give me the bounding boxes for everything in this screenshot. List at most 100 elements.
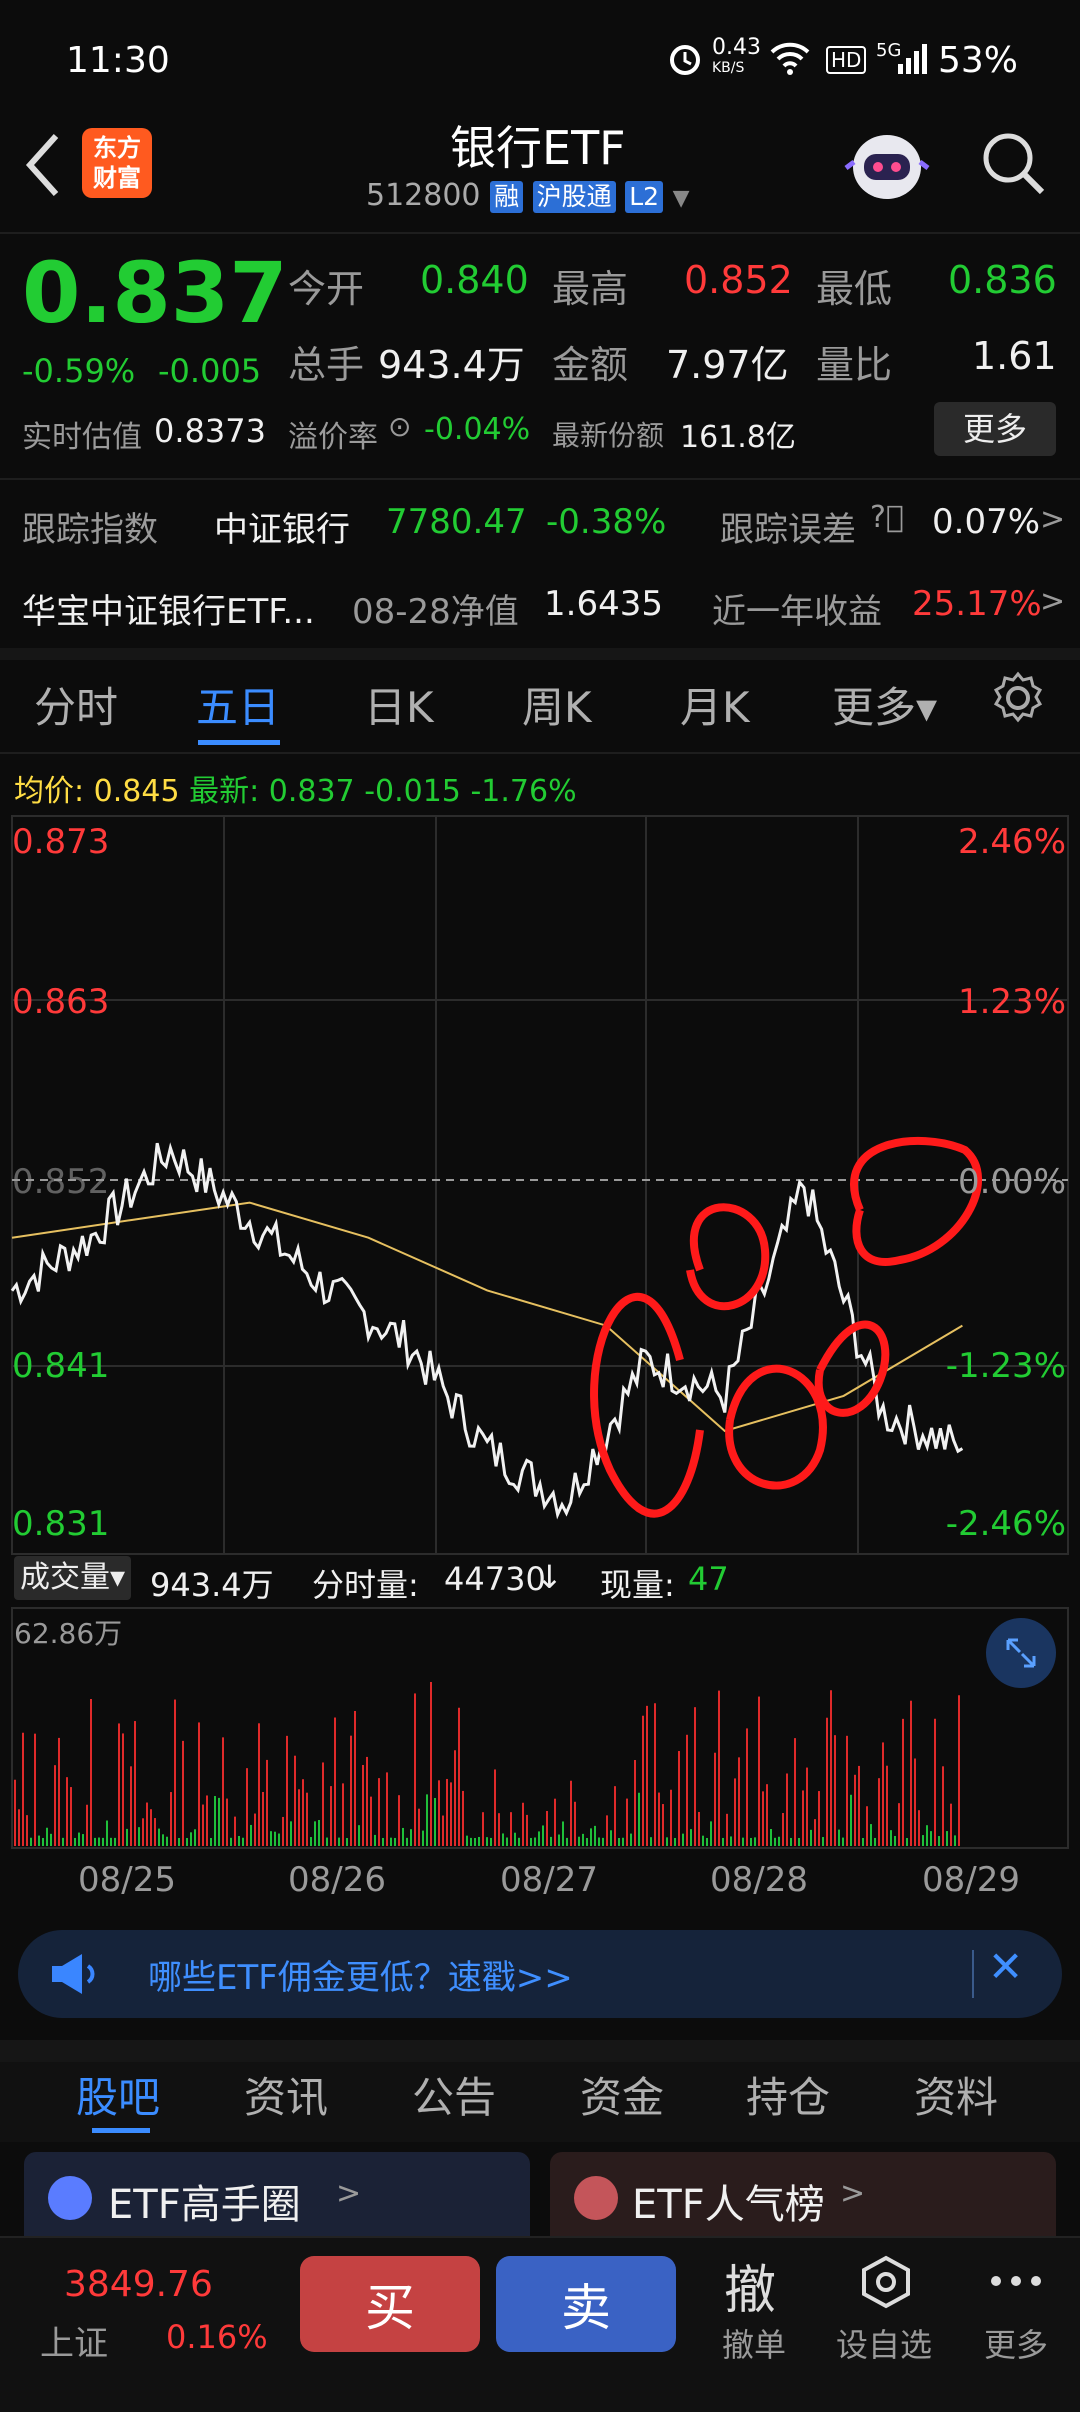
tab-monthly-k[interactable]: 月K: [680, 674, 750, 735]
volume-total: 943.4万: [150, 1566, 274, 1604]
volume-bar: [806, 1767, 808, 1846]
volume-bar: [710, 1821, 712, 1846]
tab-daily-k[interactable]: 日K: [364, 674, 434, 735]
volume-bar: [258, 1723, 260, 1846]
open-label: 今开: [288, 267, 365, 311]
volume-bar: [346, 1838, 348, 1846]
volume-bar: [450, 1782, 452, 1846]
volume-bar: [502, 1833, 504, 1846]
volume-bar: [98, 1837, 100, 1846]
volume-bar: [750, 1837, 752, 1846]
volume-bar: [922, 1835, 924, 1846]
volume-bar: [42, 1837, 44, 1846]
tab-funds[interactable]: 资金: [580, 2064, 664, 2125]
volume-bar: [694, 1707, 696, 1846]
divider: [0, 478, 1080, 480]
volume-bar: [826, 1717, 828, 1846]
tab-weekly-k[interactable]: 周K: [522, 674, 592, 735]
alarm-icon: [665, 38, 705, 78]
tracking-index-name[interactable]: 中证银行: [214, 502, 350, 551]
volume-bar: [442, 1815, 444, 1846]
y-label-right: -1.23%: [945, 1346, 1066, 1386]
volume-bar: [470, 1837, 472, 1846]
volume-bar: [954, 1835, 956, 1846]
tab-indicator: [92, 2128, 150, 2133]
close-icon[interactable]: ✕: [988, 1942, 1023, 1991]
tab-announcements[interactable]: 公告: [412, 2064, 496, 2125]
volume-bar: [566, 1837, 568, 1846]
section-gap: [0, 2040, 1080, 2062]
fund-name[interactable]: 华宝中证银行ETF...: [22, 584, 315, 633]
volume-bar: [786, 1773, 788, 1846]
volume-indicator-tab[interactable]: 成交量▾: [14, 1556, 132, 1600]
tab-five-day[interactable]: 五日: [196, 674, 280, 735]
low-value: 0.836: [948, 258, 1057, 302]
volume-bar: [698, 1811, 700, 1846]
add-watchlist-icon[interactable]: [858, 2254, 914, 2310]
add-watchlist-label[interactable]: 设自选: [836, 2320, 932, 2366]
estimate-label: 实时估值: [22, 420, 142, 455]
volume-bar: [850, 1794, 852, 1846]
robot-assistant-icon[interactable]: [842, 122, 932, 212]
volume-bar: [342, 1783, 344, 1846]
tab-news[interactable]: 资讯: [244, 2064, 328, 2125]
volume-bar: [186, 1837, 188, 1846]
volume-bar: [726, 1813, 728, 1846]
chevron-right-icon[interactable]: >: [1040, 584, 1065, 619]
more-button[interactable]: 更多: [934, 402, 1056, 456]
premium-label: 溢价率: [288, 420, 378, 455]
more-dots-icon[interactable]: [988, 2266, 1044, 2296]
volume-bar: [650, 1837, 652, 1846]
volume-bar: [646, 1705, 648, 1846]
settings-gear-icon[interactable]: [990, 670, 1046, 726]
volume-bar: [290, 1821, 292, 1846]
volume-bar: [314, 1821, 316, 1846]
date-label: 08/25: [78, 1860, 176, 1900]
volume-bar: [682, 1833, 684, 1846]
volume-bar: [90, 1698, 92, 1846]
volume-bar: [570, 1780, 572, 1846]
cancel-order-icon[interactable]: 撤: [724, 2248, 776, 2323]
volume-bar: [510, 1812, 512, 1846]
tracking-index-label: 跟踪指数: [22, 510, 158, 550]
volume-bar: [254, 1813, 256, 1846]
tab-holdings[interactable]: 持仓: [746, 2064, 830, 2125]
chevron-right-icon[interactable]: >: [1040, 502, 1065, 537]
stock-code-row[interactable]: 512800 融 沪股通 L2 ▼: [366, 178, 690, 213]
tab-guba[interactable]: 股吧: [76, 2064, 160, 2125]
volume-bar: [578, 1836, 580, 1846]
volume-bar: [162, 1834, 164, 1846]
back-icon[interactable]: [22, 130, 66, 200]
tab-profile[interactable]: 资料: [914, 2064, 998, 2125]
volume-bar: [306, 1792, 308, 1846]
volume-bar: [326, 1837, 328, 1846]
volume-bar: [130, 1766, 132, 1846]
promo-banner[interactable]: 哪些ETF佣金更低？速戳>> ✕: [18, 1930, 1062, 2018]
volume-bar: [618, 1837, 620, 1846]
divider: [972, 1950, 974, 1998]
tab-minute[interactable]: 分时: [34, 674, 118, 735]
info-icon[interactable]: ⊙: [388, 410, 411, 443]
volume-bar: [590, 1828, 592, 1846]
volume-bar: [142, 1818, 144, 1846]
cancel-order-label[interactable]: 撤单: [722, 2320, 786, 2366]
volume-bar: [762, 1791, 764, 1846]
more-label[interactable]: 更多: [984, 2320, 1048, 2366]
volume-bar: [950, 1803, 952, 1846]
tab-more[interactable]: 更多▾: [832, 674, 937, 735]
volume-ratio-value: 1.61: [972, 334, 1057, 378]
shares-value: 161.8亿: [680, 420, 796, 455]
avg-value: 0.845: [93, 774, 180, 809]
expand-icon[interactable]: [986, 1618, 1056, 1688]
open-value: 0.840: [420, 258, 529, 302]
sell-button[interactable]: 卖: [496, 2256, 676, 2352]
help-icon[interactable]: ?⃝: [870, 500, 904, 535]
volume-bar: [702, 1835, 704, 1846]
volume-bar: [22, 1732, 24, 1846]
volume-bar: [366, 1756, 368, 1846]
volume-bar: [738, 1757, 740, 1846]
buy-button[interactable]: 买: [300, 2256, 480, 2352]
volume-bar: [174, 1699, 176, 1846]
y-label-left: 0.841: [12, 1346, 110, 1386]
search-icon[interactable]: [978, 128, 1048, 198]
